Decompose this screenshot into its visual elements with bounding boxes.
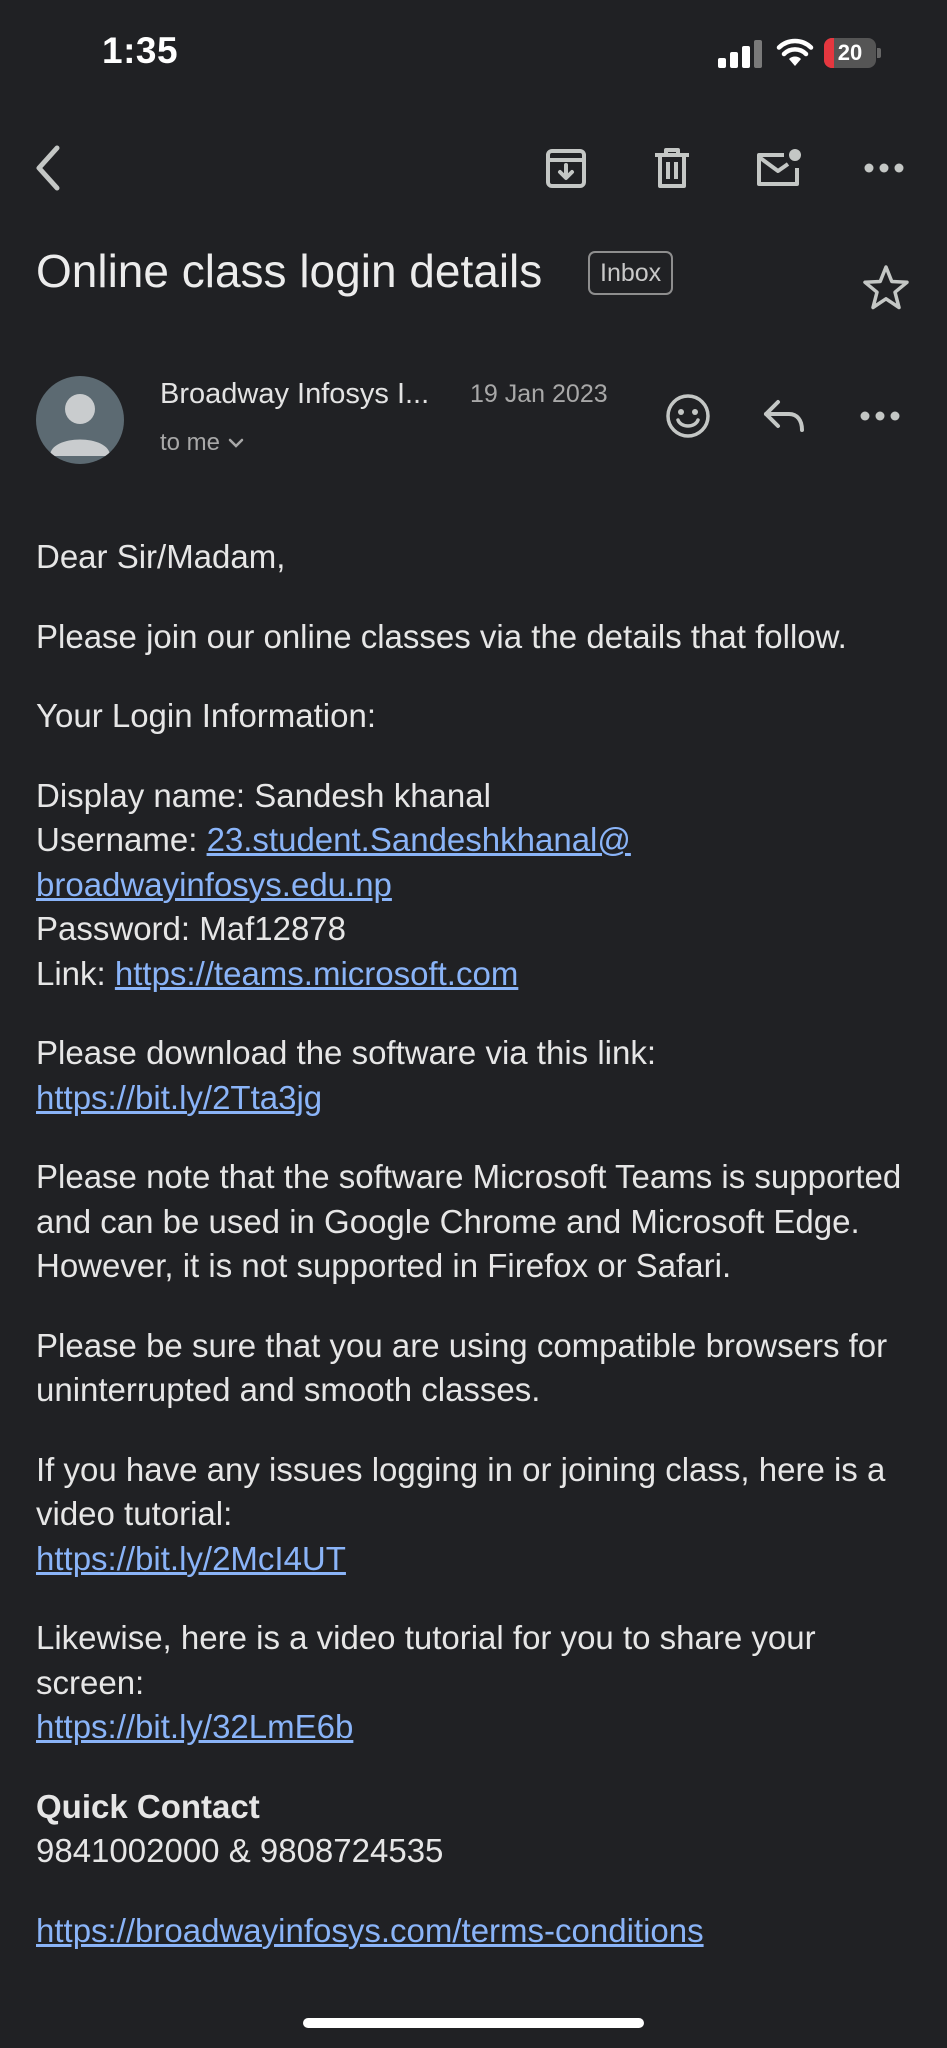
- sender-name[interactable]: Broadway Infosys I...: [160, 378, 429, 411]
- email-subject: Online class login details: [36, 245, 543, 297]
- issues-text: If you have any issues logging in or joi…: [36, 1450, 886, 1533]
- display-name-line: Display name: Sandesh khanal: [36, 776, 491, 814]
- avatar[interactable]: [36, 376, 124, 464]
- login-heading: Your Login Information:: [36, 697, 377, 734]
- terms-paragraph: https://broadwayinfosys.com/terms-condit…: [36, 1909, 916, 1954]
- teams-link[interactable]: https://teams.microsoft.com: [115, 955, 518, 992]
- chevron-down-icon: [228, 438, 244, 448]
- battery-level: 20: [837, 40, 863, 65]
- link-label: Link:: [36, 954, 115, 992]
- battery-icon: 20: [824, 38, 881, 68]
- username-link-domain[interactable]: broadwayinfosys.edu.np: [36, 866, 392, 903]
- username-label: Username:: [36, 821, 207, 858]
- chevron-left-icon: [36, 145, 60, 191]
- intro-paragraph: Please join our online classes via the d…: [36, 617, 847, 655]
- status-time: 1:35: [102, 30, 179, 71]
- email-view: 1:35 20 Online class login details Inbox…: [0, 0, 947, 2048]
- issues-paragraph: If you have any issues logging in or joi…: [36, 1448, 916, 1582]
- share-tutorial-link[interactable]: https://bit.ly/32LmE6b: [36, 1708, 353, 1745]
- recipient-label: to me: [160, 429, 221, 456]
- password-line: Password: Maf12878: [36, 910, 347, 947]
- status-bar: 1:35 20: [0, 0, 947, 108]
- reply-icon: [764, 400, 804, 432]
- greeting: Dear Sir/Madam,: [36, 538, 286, 575]
- back-button[interactable]: [10, 130, 86, 206]
- home-indicator[interactable]: [303, 2018, 644, 2028]
- wifi-icon: [776, 36, 814, 68]
- recipient-toggle[interactable]: to me: [160, 429, 244, 457]
- trash-icon: [655, 148, 689, 188]
- username-link[interactable]: 23.student.Sandeshkhanal@: [207, 821, 631, 858]
- message-more-button[interactable]: [848, 384, 912, 448]
- archive-icon: [546, 149, 586, 188]
- compatibility-paragraph: Please be sure that you are using compat…: [36, 1326, 888, 1409]
- share-text: Likewise, here is a video tutorial for y…: [36, 1619, 816, 1701]
- reply-button[interactable]: [752, 384, 816, 448]
- person-icon: [50, 394, 110, 456]
- email-toolbar: [0, 130, 947, 206]
- more-horizontal-icon: [860, 411, 900, 421]
- delete-button[interactable]: [634, 130, 710, 206]
- download-text: Please download the software via this li…: [36, 1034, 657, 1071]
- emoji-icon: [666, 394, 710, 438]
- archive-button[interactable]: [528, 130, 604, 206]
- star-button[interactable]: [860, 262, 912, 314]
- more-button[interactable]: [846, 130, 922, 206]
- sender-row: Broadway Infosys I... 19 Jan 2023 to me: [36, 372, 916, 472]
- label-chip[interactable]: Inbox: [588, 251, 674, 295]
- star-icon: [863, 265, 909, 310]
- subject-row: Online class login details Inbox: [36, 240, 909, 310]
- download-paragraph: Please download the software via this li…: [36, 1031, 916, 1120]
- terms-link[interactable]: https://broadwayinfosys.com/terms-condit…: [36, 1912, 704, 1949]
- share-screen-paragraph: Likewise, here is a video tutorial for y…: [36, 1616, 916, 1750]
- quick-contact-numbers: 9841002000 & 9808724535: [36, 1832, 444, 1869]
- react-button[interactable]: [656, 384, 720, 448]
- browser-note-paragraph: Please note that the software Microsoft …: [36, 1158, 902, 1284]
- quick-contact-heading: Quick Contact: [36, 1787, 260, 1825]
- quick-contact: Quick Contact 9841002000 & 9808724535: [36, 1785, 916, 1874]
- more-horizontal-icon: [864, 163, 904, 173]
- issues-tutorial-link[interactable]: https://bit.ly/2McI4UT: [36, 1540, 346, 1577]
- login-details: Display name: Sandesh khanal Username: 2…: [36, 774, 916, 997]
- email-date: 19 Jan 2023: [470, 380, 608, 408]
- signal-icon: [718, 40, 764, 68]
- download-link[interactable]: https://bit.ly/2Tta3jg: [36, 1079, 322, 1116]
- email-body: Dear Sir/Madam, Please join our online c…: [36, 535, 916, 1988]
- mail-unread-icon: [757, 149, 801, 186]
- mark-unread-button[interactable]: [740, 130, 816, 206]
